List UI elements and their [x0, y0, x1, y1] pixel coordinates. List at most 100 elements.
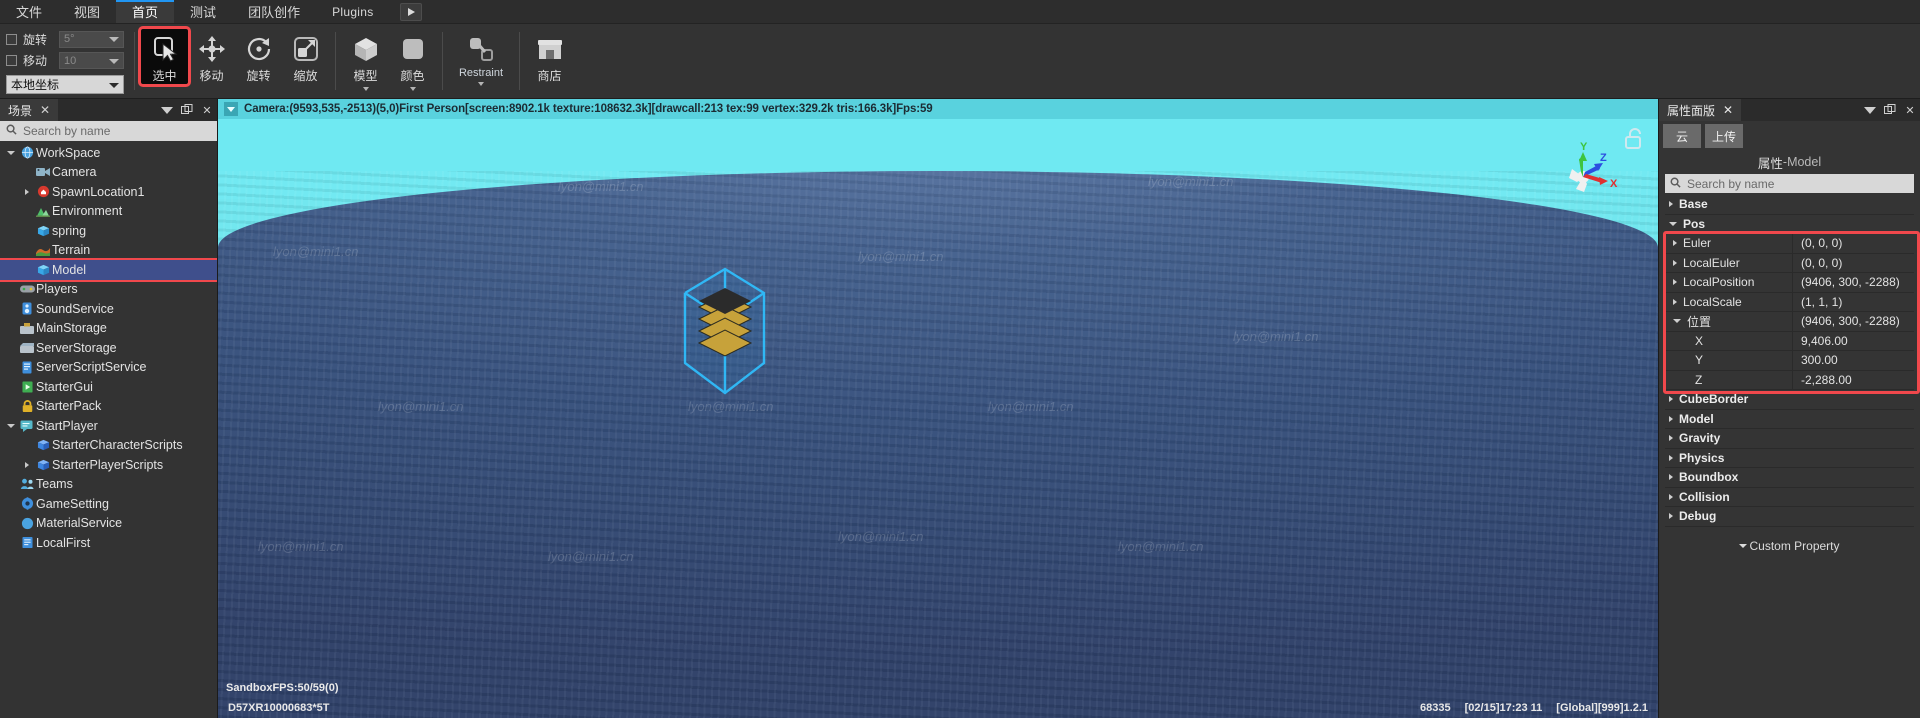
property-category-physics[interactable]: Physics — [1665, 449, 1914, 468]
tool-color[interactable]: 颜色 — [389, 29, 436, 91]
property-category-base[interactable]: Base — [1665, 195, 1914, 215]
menu-item-plugins[interactable]: Plugins — [316, 0, 389, 23]
viewport-3d[interactable]: Camera:(9593,535,-2513)(5,0)First Person… — [218, 99, 1658, 718]
property-row[interactable]: LocalEuler (0, 0, 0) — [1665, 253, 1914, 273]
close-icon[interactable]: ✕ — [40, 103, 50, 117]
property-value[interactable]: 300.00 — [1793, 351, 1914, 370]
tree-item-startercharacterscripts[interactable]: StarterCharacterScripts — [0, 436, 217, 456]
tool-store[interactable]: 商店 — [526, 29, 573, 84]
play-button[interactable] — [399, 2, 422, 21]
property-value[interactable]: (9406, 300, -2288) — [1793, 273, 1914, 292]
property-row[interactable]: Euler (0, 0, 0) — [1665, 234, 1914, 254]
tree-item-spring[interactable]: spring — [0, 221, 217, 241]
tool-color-label: 颜色 — [400, 69, 425, 83]
property-category-model[interactable]: Model — [1665, 410, 1914, 429]
tree-item-terrain[interactable]: Terrain — [0, 241, 217, 261]
tree-item-mainstorage[interactable]: MainStorage — [0, 319, 217, 339]
custom-property-toggle[interactable]: Custom Property — [1665, 533, 1914, 559]
property-value[interactable]: (0, 0, 0) — [1793, 234, 1914, 253]
explorer-search[interactable]: Search by name — [0, 121, 217, 141]
properties-search[interactable]: Search by name — [1665, 174, 1914, 193]
close-icon[interactable]: ✕ — [1900, 99, 1920, 121]
tree-item-startplayer[interactable]: StartPlayer — [0, 416, 217, 436]
tree-item-gamesetting[interactable]: GameSetting — [0, 494, 217, 514]
property-category-boundbox[interactable]: Boundbox — [1665, 468, 1914, 488]
close-icon[interactable]: ✕ — [197, 99, 217, 121]
tool-restraint[interactable]: Restraint — [449, 29, 513, 86]
property-value[interactable]: (9406, 300, -2288) — [1793, 312, 1914, 331]
tree-item-materialservice[interactable]: MaterialService — [0, 514, 217, 534]
property-row[interactable]: Z -2,288.00 — [1665, 370, 1914, 390]
properties-list[interactable]: Base Pos Euler (0, 0, 0) LocalEuler (0, 0, 0)… — [1659, 195, 1920, 718]
move-snap-select[interactable]: 10 — [59, 52, 124, 70]
tree-item-localfirst[interactable]: LocalFirst — [0, 533, 217, 553]
property-row[interactable]: LocalScale (1, 1, 1) — [1665, 292, 1914, 312]
chevron-down-icon[interactable] — [157, 99, 177, 121]
selected-object-gizmo[interactable] — [673, 267, 776, 395]
tree-item-label: ServerScriptService — [36, 360, 147, 375]
tool-select[interactable]: 选中 — [138, 26, 191, 87]
property-row[interactable]: 位置 (9406, 300, -2288) — [1665, 312, 1914, 332]
chevron-down-icon[interactable] — [4, 150, 18, 155]
upload-button[interactable]: 上传 — [1705, 124, 1743, 148]
property-category-gravity[interactable]: Gravity — [1665, 429, 1914, 449]
teams-icon — [18, 478, 36, 490]
tree-item-players[interactable]: Players — [0, 280, 217, 300]
menu-item-file[interactable]: 文件 — [0, 0, 58, 23]
tree-item-serverstorage[interactable]: ServerStorage — [0, 338, 217, 358]
property-category-debug[interactable]: Debug — [1665, 507, 1914, 527]
chevron-right-icon[interactable] — [20, 188, 34, 195]
rotate-snap-checkbox[interactable] — [6, 33, 17, 45]
cloud-button[interactable]: 云 — [1663, 124, 1701, 148]
chevron-right-icon[interactable] — [20, 461, 34, 468]
property-value[interactable]: -2,288.00 — [1793, 371, 1914, 390]
menu-item-home[interactable]: 首页 — [116, 0, 175, 23]
float-window-icon[interactable] — [1880, 99, 1900, 121]
tree-item-workspace[interactable]: WorkSpace — [0, 143, 217, 163]
property-value[interactable]: 9,406.00 — [1793, 332, 1914, 351]
tab-scene[interactable]: 场景 ✕ — [0, 99, 59, 121]
explorer-tree[interactable]: WorkSpace Camera SpawnLocation1 Environment… — [0, 141, 217, 718]
tree-item-startergui[interactable]: StarterGui — [0, 377, 217, 397]
tree-item-model[interactable]: Model — [0, 258, 217, 282]
menu-item-team-create[interactable]: 团队创作 — [232, 0, 316, 23]
tool-rotate[interactable]: 旋转 — [235, 29, 282, 84]
tab-properties[interactable]: 属性面版 ✕ — [1659, 99, 1742, 121]
property-category-pos[interactable]: Pos — [1665, 215, 1914, 234]
property-value[interactable]: (1, 1, 1) — [1793, 293, 1914, 312]
axis-gizmo[interactable]: Y Z X — [1550, 139, 1620, 209]
property-row[interactable]: LocalPosition (9406, 300, -2288) — [1665, 273, 1914, 293]
tree-item-starterplayerscripts[interactable]: StarterPlayerScripts — [0, 455, 217, 475]
property-value[interactable]: (0, 0, 0) — [1793, 254, 1914, 273]
close-icon[interactable]: ✕ — [1723, 103, 1733, 117]
tool-model[interactable]: 模型 — [342, 29, 389, 91]
unlock-icon[interactable] — [1624, 127, 1646, 156]
property-row[interactable]: Y 300.00 — [1665, 351, 1914, 371]
tool-move[interactable]: 移动 — [188, 29, 235, 84]
tool-scale[interactable]: 缩放 — [282, 29, 329, 84]
tree-item-camera[interactable]: Camera — [0, 163, 217, 183]
tree-item-soundservice[interactable]: SoundService — [0, 299, 217, 319]
tree-item-starterpack[interactable]: StarterPack — [0, 397, 217, 417]
chevron-down-icon[interactable] — [224, 102, 238, 116]
chevron-down-icon[interactable] — [4, 423, 18, 428]
tree-item-teams[interactable]: Teams — [0, 475, 217, 495]
property-row[interactable]: X 9,406.00 — [1665, 331, 1914, 351]
property-key: Z — [1665, 370, 1793, 389]
viewport-status-text: Camera:(9593,535,-2513)(5,0)First Person… — [244, 103, 933, 115]
property-category-collision[interactable]: Collision — [1665, 488, 1914, 507]
property-category-cubeborder[interactable]: CubeBorder — [1665, 390, 1914, 410]
move-snap-checkbox[interactable] — [6, 55, 17, 67]
tree-item-serverscriptservice[interactable]: ServerScriptService — [0, 358, 217, 378]
coordinate-space-select[interactable]: 本地坐标 — [6, 75, 124, 94]
property-category-label: Boundbox — [1679, 470, 1739, 485]
tree-item-spawnlocation1[interactable]: SpawnLocation1 — [0, 182, 217, 202]
rotate-snap-select[interactable]: 5° — [59, 30, 124, 48]
tree-item-environment[interactable]: Environment — [0, 202, 217, 222]
float-window-icon[interactable] — [177, 99, 197, 121]
menu-item-test[interactable]: 测试 — [174, 0, 232, 23]
menu-bar: 文件 视图 首页 测试 团队创作 Plugins — [0, 0, 1920, 24]
properties-action-buttons: 云 上传 — [1659, 121, 1920, 151]
menu-item-view[interactable]: 视图 — [58, 0, 116, 23]
chevron-down-icon[interactable] — [1860, 99, 1880, 121]
